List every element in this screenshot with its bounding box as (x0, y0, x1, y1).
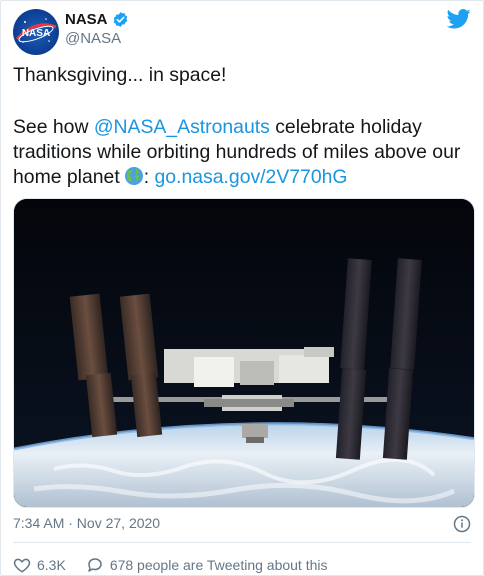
tweet-line-1: Thanksgiving... in space! (13, 64, 227, 86)
avatar-lettering: NASA (22, 28, 50, 39)
url-link[interactable]: go.nasa.gov/2V770hG (155, 166, 348, 188)
like-count: 6.3K (37, 557, 66, 573)
tweet-card: NASA NASA @NASA Thanksgiving... in space… (0, 0, 484, 576)
globe-icon (124, 167, 143, 185)
heart-icon (13, 558, 31, 573)
text-segment: See how (13, 116, 94, 138)
info-icon[interactable] (453, 515, 471, 533)
author-name[interactable]: NASA (65, 11, 108, 28)
nasa-logo: NASA (15, 18, 57, 43)
discussion-text: 678 people are Tweeting about this (109, 557, 328, 573)
verified-badge-icon (113, 12, 127, 27)
divider (13, 542, 471, 543)
tweet-text: Thanksgiving... in space! See how @NASA_… (13, 63, 463, 190)
tweet-actions: 6.3K 678 people are Tweeting about this (13, 556, 348, 574)
discussion-link[interactable]: 678 people are Tweeting about this (86, 556, 328, 574)
tweet-timestamp[interactable]: 7:34 AM · Nov 27, 2020 (13, 515, 160, 531)
text-segment: : (143, 166, 155, 188)
author-row: NASA (65, 11, 129, 28)
tweet-image[interactable] (13, 198, 475, 508)
twitter-bird-icon[interactable] (447, 9, 471, 29)
comment-icon (88, 558, 102, 572)
avatar[interactable]: NASA (13, 9, 59, 55)
space-station-photo (14, 199, 474, 507)
tweet-line-2: See how @NASA_Astronauts celebrate holid… (13, 115, 463, 190)
author-handle[interactable]: @NASA (65, 30, 121, 47)
mention-link[interactable]: @NASA_Astronauts (94, 116, 270, 138)
like-button[interactable]: 6.3K (13, 556, 66, 574)
